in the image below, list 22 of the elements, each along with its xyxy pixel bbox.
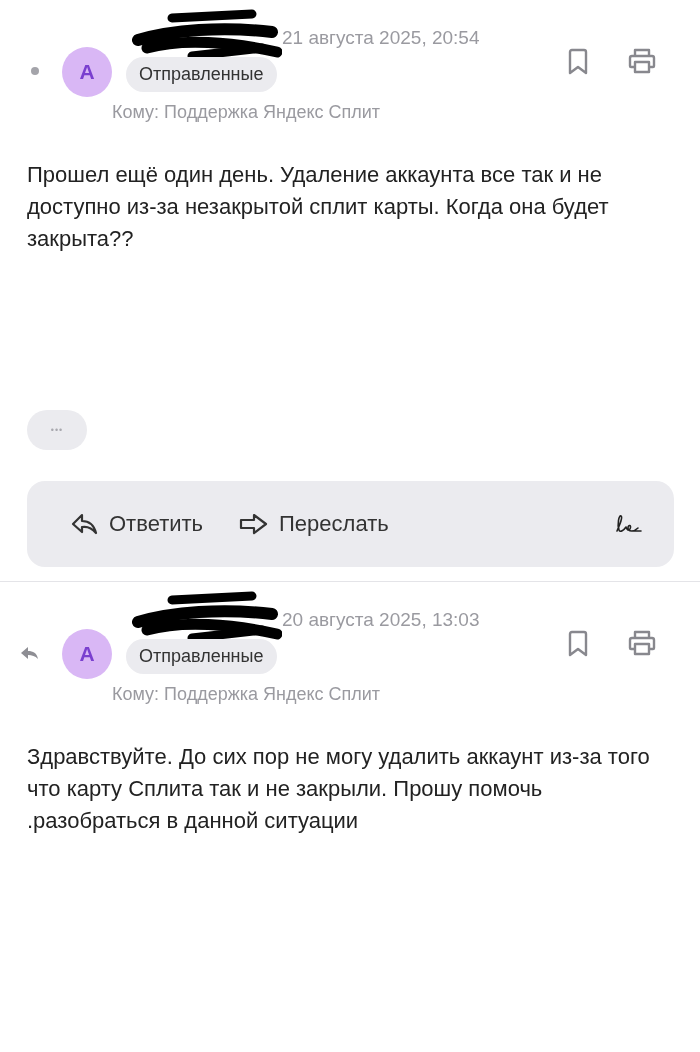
avatar: А bbox=[62, 629, 112, 679]
replied-icon bbox=[20, 646, 40, 660]
message-text: Здравствуйте. До сих пор не могу удалить аккаунт из-за того что карту Сплита так и не закрыли. Прошу помочь .разобраться в данной ситуации bbox=[26, 743, 651, 835]
forward-icon bbox=[239, 513, 270, 535]
bookmark-icon[interactable] bbox=[566, 48, 590, 76]
unread-dot bbox=[31, 67, 39, 75]
forward-button[interactable]: Переслать bbox=[239, 511, 389, 537]
avatar: А bbox=[62, 47, 112, 97]
signature-button[interactable] bbox=[614, 514, 644, 534]
print-icon[interactable] bbox=[628, 48, 656, 74]
signature-icon bbox=[614, 514, 644, 534]
folder-tag[interactable]: Отправленные bbox=[126, 57, 277, 92]
recipient-text: Кому: Поддержка Яндекс Сплит bbox=[112, 684, 381, 705]
folder-tag[interactable]: Отправленные bbox=[126, 639, 277, 674]
recipient-text: Кому: Поддержка Яндекс Сплит bbox=[112, 102, 381, 123]
print-icon[interactable] bbox=[628, 630, 656, 656]
message-date: 21 августа 2025, 20:54 bbox=[282, 27, 480, 49]
message-date: 20 августа 2025, 13:03 bbox=[282, 609, 480, 631]
bookmark-icon[interactable] bbox=[566, 630, 590, 658]
reply-icon bbox=[71, 512, 99, 536]
message-text: Прошел ещё один день. Удаление аккаунта все так и не доступно из-за незакрытой сплит карты. Когда она будет закрыта?? bbox=[26, 161, 610, 253]
reply-button[interactable]: Ответить bbox=[71, 511, 204, 537]
